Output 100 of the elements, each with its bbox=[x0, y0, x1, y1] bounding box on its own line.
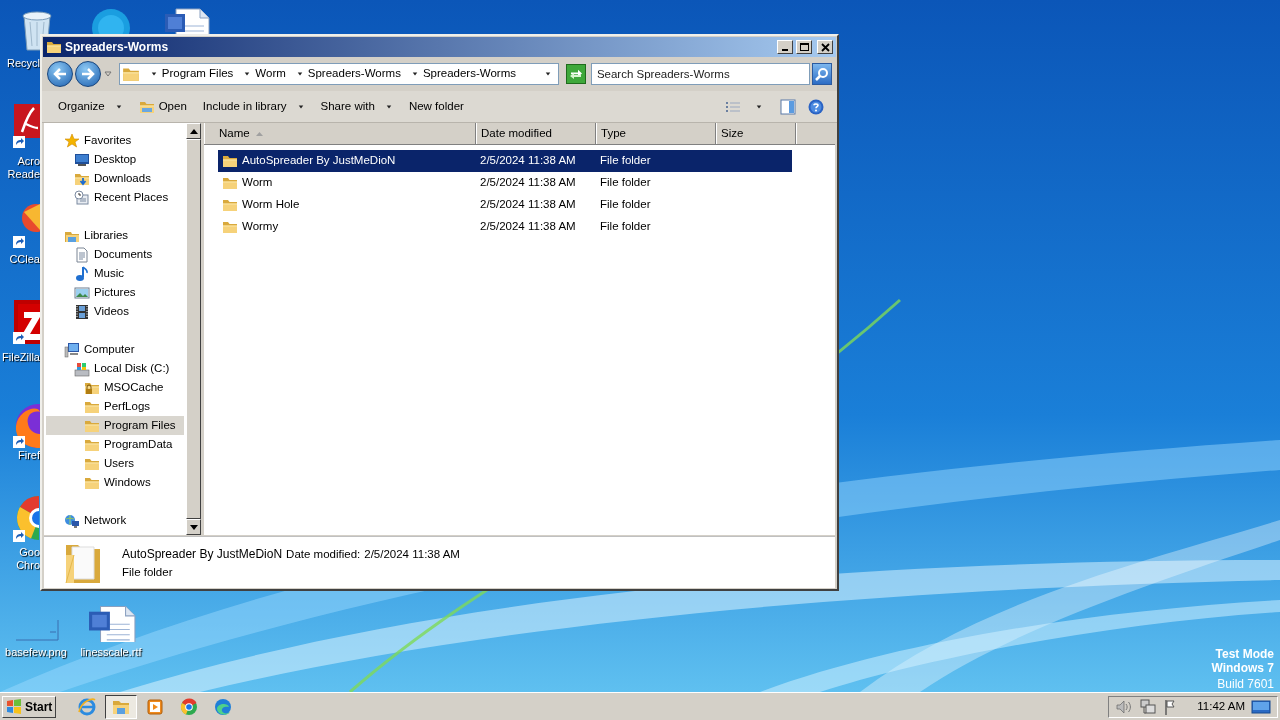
file-row[interactable]: Wormy 2/5/2024 11:38 AM File folder bbox=[218, 216, 792, 238]
show-desktop-icon[interactable] bbox=[1251, 698, 1271, 715]
nav-item[interactable]: PerfLogs bbox=[46, 397, 184, 416]
nav-item[interactable]: Recent Places bbox=[46, 188, 184, 207]
file-type: File folder bbox=[600, 198, 651, 211]
breadcrumb-item[interactable]: Program Files bbox=[161, 65, 234, 83]
date-modified: 2/5/2024 11:38 AM bbox=[480, 176, 576, 189]
app-shortcut-icon[interactable] bbox=[12, 300, 40, 346]
network-icon[interactable] bbox=[1139, 698, 1158, 715]
scroll-up-button[interactable] bbox=[186, 123, 201, 139]
file-name: Worm bbox=[242, 175, 273, 191]
toolbar-button[interactable]: New folder bbox=[400, 94, 472, 119]
start-button[interactable]: Start bbox=[2, 695, 57, 718]
film-icon bbox=[74, 303, 90, 320]
date-modified: 2/5/2024 11:38 AM bbox=[480, 198, 576, 211]
clock[interactable]: 11:42 AM bbox=[1197, 697, 1245, 716]
music-note-icon bbox=[74, 265, 90, 282]
desktop-icon-label: linesscale.rtf bbox=[79, 646, 143, 659]
refresh-button[interactable] bbox=[566, 64, 586, 84]
nav-item[interactable]: Local Disk (C:) bbox=[46, 359, 184, 378]
left-arrow-icon bbox=[51, 67, 68, 81]
nav-item[interactable]: Network bbox=[46, 511, 184, 530]
network-icon bbox=[64, 512, 80, 529]
minimize-button[interactable] bbox=[777, 40, 793, 54]
os-notice-text: Build 7601 bbox=[1217, 677, 1274, 691]
close-icon bbox=[820, 42, 830, 52]
column-header[interactable]: Name bbox=[204, 123, 476, 144]
app-shortcut-icon[interactable] bbox=[12, 104, 40, 150]
scroll-down-button[interactable] bbox=[186, 519, 201, 535]
column-header[interactable]: Date modified bbox=[476, 123, 596, 144]
chrome-icon bbox=[179, 696, 200, 717]
toolbar-button[interactable]: Open bbox=[130, 94, 195, 119]
column-header[interactable]: Type bbox=[596, 123, 716, 144]
nav-item[interactable]: Pictures bbox=[46, 283, 184, 302]
detail-type: File folder bbox=[122, 564, 174, 579]
search-field[interactable]: Search Spreaders-Worms bbox=[590, 63, 811, 85]
file-row[interactable]: AutoSpreader By JustMeDioN 2/5/2024 11:38 AM File folder bbox=[218, 150, 792, 172]
date-modified: 2/5/2024 11:38 AM bbox=[480, 220, 576, 233]
drive-icon bbox=[74, 360, 90, 377]
file-row[interactable]: Worm Hole 2/5/2024 11:38 AM File folder bbox=[218, 194, 792, 216]
list-view-icon bbox=[725, 99, 741, 114]
desktop-icon-label: Recycl bbox=[6, 57, 40, 70]
maximize-icon bbox=[799, 43, 809, 51]
folder-icon bbox=[222, 153, 238, 169]
right-arrow-icon bbox=[79, 67, 96, 81]
up-arrow-icon bbox=[189, 128, 198, 134]
refresh-icon bbox=[568, 68, 583, 80]
nav-item[interactable]: Users bbox=[46, 454, 184, 473]
nav-item[interactable]: Music bbox=[46, 264, 184, 283]
app-shortcut-icon[interactable] bbox=[12, 496, 39, 542]
minimize-icon bbox=[782, 49, 788, 51]
toolbar-button[interactable]: Include in library bbox=[194, 94, 313, 119]
nav-item[interactable]: Downloads bbox=[46, 169, 184, 188]
breadcrumb-item[interactable]: Spreaders-Worms bbox=[422, 65, 516, 83]
column-header[interactable]: Size bbox=[716, 123, 796, 144]
address-bar[interactable]: Program Files Worm Spreaders-Worms Spreaders-Worms bbox=[118, 63, 559, 85]
recent-places-icon bbox=[74, 189, 90, 206]
nav-item[interactable]: Desktop bbox=[46, 150, 184, 169]
file-name: Wormy bbox=[242, 219, 279, 235]
dropdown-caret-icon[interactable] bbox=[544, 71, 552, 77]
sort-ascending-icon bbox=[255, 131, 263, 136]
help-icon bbox=[808, 98, 824, 115]
detail-name: AutoSpreader By JustMeDioN bbox=[122, 546, 283, 561]
close-button[interactable] bbox=[817, 40, 833, 54]
nav-item[interactable]: Computer bbox=[46, 340, 184, 359]
nav-item[interactable]: Libraries bbox=[46, 226, 184, 245]
nav-item[interactable]: Windows bbox=[46, 473, 184, 492]
forward-button[interactable] bbox=[74, 61, 101, 87]
nav-item[interactable]: Documents bbox=[46, 245, 184, 264]
detail-label: Date modified: bbox=[286, 546, 361, 561]
desktop-icon-label: Goo Chro bbox=[15, 546, 40, 572]
windows-flag-icon bbox=[6, 699, 22, 714]
folder-icon bbox=[46, 39, 62, 55]
os-notice-text: Test Mode bbox=[1215, 647, 1274, 661]
nav-item[interactable]: Videos bbox=[46, 302, 184, 321]
caret-icon[interactable] bbox=[243, 71, 252, 77]
nav-item[interactable]: Program Files bbox=[46, 416, 184, 435]
window-title: Spreaders-Worms bbox=[65, 39, 170, 56]
search-button[interactable] bbox=[812, 63, 832, 85]
nav-item[interactable]: Favorites bbox=[46, 131, 184, 150]
taskbar-button[interactable] bbox=[105, 694, 138, 719]
os-notice-text: Windows 7 bbox=[1211, 661, 1274, 675]
maximize-button[interactable] bbox=[796, 40, 812, 54]
breadcrumb-item[interactable]: Worm bbox=[255, 65, 286, 83]
back-button[interactable] bbox=[47, 61, 73, 87]
breadcrumb-item[interactable]: Spreaders-Worms bbox=[307, 65, 401, 83]
nav-item[interactable]: MSOCache bbox=[46, 378, 184, 397]
toolbar-button[interactable]: Share with bbox=[312, 94, 401, 119]
toolbar-button[interactable]: Organize bbox=[50, 94, 131, 119]
file-type: File folder bbox=[600, 220, 651, 233]
nav-item[interactable]: ProgramData bbox=[46, 435, 184, 454]
ie-icon bbox=[77, 696, 98, 717]
date-modified: 2/5/2024 11:38 AM bbox=[480, 154, 576, 167]
folder-icon bbox=[222, 219, 238, 235]
file-row[interactable]: Worm 2/5/2024 11:38 AM File folder bbox=[218, 172, 792, 194]
down-arrow-icon bbox=[189, 524, 198, 530]
desktop-icon-label: Firef bbox=[17, 449, 40, 462]
folder-icon bbox=[222, 175, 238, 191]
document-icon bbox=[74, 246, 90, 263]
file-type: File folder bbox=[600, 176, 651, 189]
